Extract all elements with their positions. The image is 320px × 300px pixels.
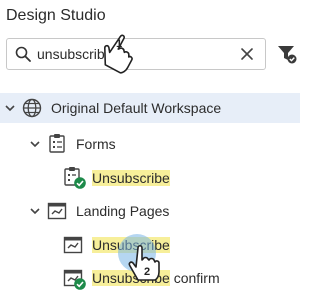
- callout-step-2: 2: [124, 236, 164, 284]
- chevron-down-icon[interactable]: [29, 138, 41, 150]
- form-icon: [49, 134, 65, 153]
- landing-page-icon: [47, 202, 67, 220]
- callout-step-1: 1: [100, 26, 140, 74]
- callout-number-2: 2: [144, 266, 151, 278]
- chevron-down-icon[interactable]: [4, 102, 16, 114]
- chevron-down-icon[interactable]: [29, 205, 41, 217]
- workspace-label: Original Default Workspace: [51, 100, 222, 116]
- approved-check-icon: [74, 278, 86, 290]
- globe-icon: [22, 98, 42, 118]
- pointer-hand-icon: [104, 34, 133, 74]
- tree-item-workspace[interactable]: Original Default Workspace: [0, 93, 300, 123]
- clear-icon[interactable]: [239, 46, 255, 62]
- landing-pages-label: Landing Pages: [76, 203, 170, 219]
- callout-number-1: 1: [116, 38, 123, 50]
- form-unsubscribe-label: Unsubscribe: [92, 170, 170, 186]
- page-title: Design Studio: [6, 7, 106, 24]
- filter-icon[interactable]: [277, 44, 297, 64]
- tree-item-landing-pages[interactable]: Landing Pages: [0, 196, 300, 226]
- forms-label: Forms: [76, 136, 116, 152]
- tree-item-forms[interactable]: Forms: [0, 129, 300, 159]
- search-icon: [15, 46, 31, 62]
- approved-check-icon: [74, 177, 86, 189]
- landing-page-icon: [63, 236, 83, 254]
- tree-item-form-unsubscribe[interactable]: Unsubscribe: [0, 163, 300, 193]
